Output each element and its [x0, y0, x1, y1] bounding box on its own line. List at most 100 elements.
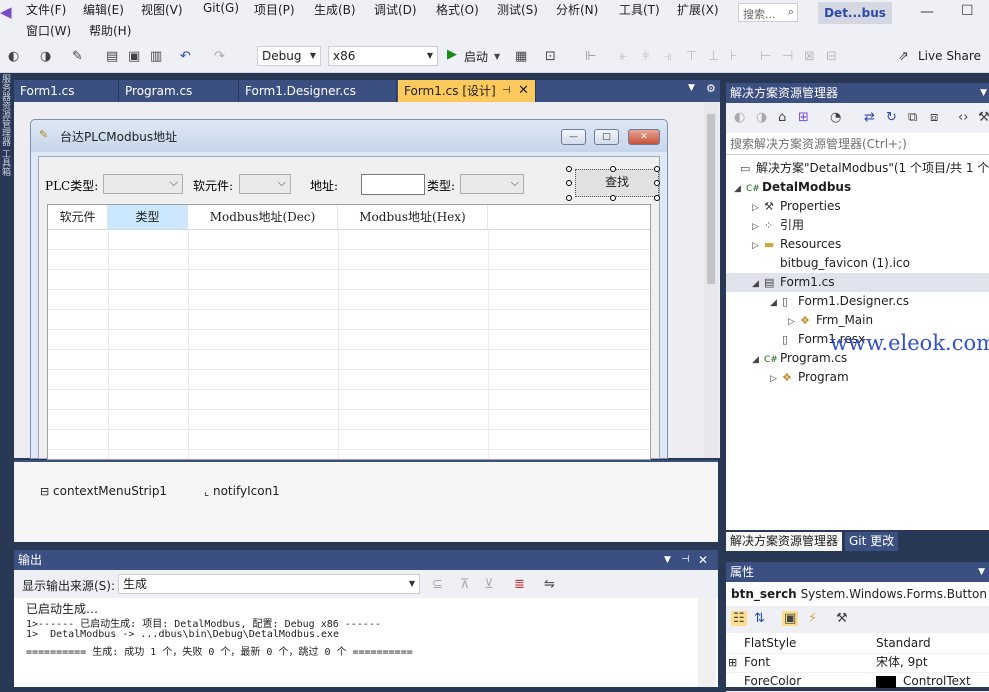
gear-icon[interactable]: ⚙ — [706, 82, 716, 95]
property-row-flatstyle[interactable]: FlatStyle Standard — [726, 634, 989, 654]
menu-extensions[interactable]: 扩展(X) — [677, 1, 719, 18]
grid-header-element[interactable]: 软元件 — [48, 205, 108, 229]
context-menu-strip-item[interactable]: ⊟ contextMenuStrip1 — [40, 484, 167, 498]
resize-handle[interactable] — [654, 195, 660, 201]
configuration-select[interactable]: Debug ▼ — [257, 46, 321, 66]
back-icon[interactable]: ◐ — [734, 110, 745, 125]
platform-select[interactable]: x86 ▼ — [328, 46, 438, 66]
form-maximize-button[interactable]: □ — [594, 129, 619, 145]
menu-file[interactable]: 文件(F) — [26, 1, 66, 18]
tree-item-project[interactable]: ◢ C# DetalModbus — [734, 178, 851, 197]
form-minimize-button[interactable]: — — [561, 129, 586, 145]
live-share-icon[interactable]: ⇗ — [898, 49, 909, 64]
properties-icon[interactable]: ▣ — [782, 611, 799, 626]
resize-handle[interactable] — [610, 166, 616, 172]
switch-views-icon[interactable]: ⊞ — [798, 110, 809, 125]
resize-handle[interactable] — [654, 180, 660, 186]
code-view-icon[interactable]: ‹› — [958, 110, 968, 125]
expand-icon[interactable]: ◢ — [752, 351, 764, 370]
forward-icon[interactable]: ◑ — [40, 49, 51, 64]
properties-object-selector[interactable]: btn_serch System.Windows.Forms.Button — [726, 582, 989, 606]
tree-item-resources[interactable]: ▷ ▬ Resources — [752, 235, 841, 254]
menu-project[interactable]: 项目(P) — [254, 1, 295, 18]
events-icon[interactable]: ⚡ — [808, 611, 817, 626]
pin-icon[interactable]: ⊣ — [681, 550, 690, 570]
menu-git[interactable]: Git(G) — [203, 1, 239, 15]
expand-icon[interactable]: ▷ — [770, 370, 782, 389]
word-wrap-icon[interactable]: ⇋ — [544, 577, 555, 592]
collapse-all-icon[interactable]: ⧉ — [908, 110, 917, 125]
property-value[interactable]: Standard — [876, 634, 931, 653]
menu-edit[interactable]: 编辑(E) — [83, 1, 124, 18]
menu-build[interactable]: 生成(B) — [314, 1, 356, 18]
tree-item-form1[interactable]: ◢ ▤ Form1.cs — [726, 273, 989, 292]
expand-icon[interactable]: ◢ — [752, 275, 764, 294]
tree-item-properties[interactable]: ▷ ⚒ Properties — [752, 197, 841, 216]
resize-handle[interactable] — [654, 166, 660, 172]
plc-type-combo[interactable]: ⌵ — [103, 174, 183, 194]
show-all-files-icon[interactable]: ⧈ — [930, 110, 938, 125]
tab-form1-cs[interactable]: Form1.cs — [14, 80, 119, 102]
menu-tools[interactable]: 工具(T) — [619, 1, 660, 18]
menu-analyze[interactable]: 分析(N) — [556, 1, 598, 18]
start-button[interactable]: 启动 — [464, 48, 488, 65]
form-close-button[interactable]: ✕ — [628, 129, 660, 145]
clear-all-icon[interactable]: ≣ — [514, 577, 525, 592]
menu-window[interactable]: 窗口(W) — [26, 22, 71, 39]
sync-icon[interactable]: ⇄ — [864, 110, 875, 125]
new-item-icon[interactable]: ✎ — [72, 49, 83, 64]
property-value[interactable]: 宋体, 9pt — [876, 653, 928, 672]
tree-item-frm-main[interactable]: ▷ ❖ Frm_Main — [788, 311, 873, 330]
tab-git-changes[interactable]: Git 更改 — [845, 532, 899, 551]
solution-name-badge[interactable]: Det...bus — [818, 2, 892, 24]
tab-solution-explorer[interactable]: 解决方案资源管理器 — [726, 532, 843, 551]
solution-explorer-search[interactable]: 搜索解决方案资源管理器(Ctrl+;) — [726, 133, 989, 155]
expand-icon[interactable]: ⊞ — [728, 653, 737, 672]
browser-link-icon[interactable]: ▦ — [515, 49, 527, 64]
address-input[interactable] — [361, 174, 425, 195]
resize-handle[interactable] — [566, 166, 572, 172]
redo-icon[interactable]: ↷ — [214, 49, 225, 64]
chevron-down-icon[interactable]: ▼ — [664, 550, 671, 570]
minimize-icon[interactable]: — — [920, 4, 934, 20]
open-folder-icon[interactable]: ▤ — [106, 49, 118, 64]
categorized-icon[interactable]: ☷ — [731, 611, 747, 626]
prev-message-icon[interactable]: ⊆ — [432, 577, 443, 592]
tab-program-cs[interactable]: Program.cs — [119, 80, 239, 102]
chevron-down-icon[interactable]: ▼ — [978, 562, 985, 582]
expand-icon[interactable]: ◢ — [770, 294, 782, 313]
home-icon[interactable]: ⌂ — [778, 110, 786, 125]
tree-item-solution[interactable]: ▭ 解决方案"DetalModbus"(1 个项目/共 1 个 — [740, 159, 989, 178]
menu-help[interactable]: 帮助(H) — [89, 22, 131, 39]
pending-changes-icon[interactable]: ◔ — [830, 110, 841, 125]
chevron-down-icon[interactable]: ▼ — [494, 52, 500, 61]
menu-debug[interactable]: 调试(D) — [374, 1, 417, 18]
wrench-icon[interactable]: ⚒ — [978, 110, 989, 125]
undo-icon[interactable]: ↶ — [180, 49, 191, 64]
element-combo[interactable]: ⌵ — [239, 174, 291, 194]
refresh-icon[interactable]: ↻ — [886, 110, 897, 125]
pin-icon[interactable]: ⊣ — [502, 80, 511, 102]
close-icon[interactable]: ✕ — [518, 80, 529, 102]
scrollbar-thumb[interactable] — [707, 114, 715, 284]
output-source-select[interactable]: 生成 ▼ — [118, 574, 420, 594]
grid-header-modbus-hex[interactable]: Modbus地址(Hex) — [338, 205, 488, 229]
forward-icon[interactable]: ◑ — [756, 110, 767, 125]
go-to-prev-icon[interactable]: ⊼ — [460, 577, 470, 592]
tab-form1-design[interactable]: Form1.cs [设计] ⊣ ✕ — [398, 80, 536, 102]
menu-format[interactable]: 格式(O) — [436, 1, 479, 18]
expand-icon[interactable]: ▷ — [752, 237, 764, 256]
tab-form1-designer-cs[interactable]: Form1.Designer.cs — [239, 80, 397, 102]
align-icon[interactable]: ⊩ — [585, 49, 596, 64]
property-row-forecolor[interactable]: ForeColor ControlText — [726, 672, 989, 692]
notify-icon-item[interactable]: ⌞ notifyIcon1 — [204, 484, 280, 498]
menu-view[interactable]: 视图(V) — [141, 1, 183, 18]
grid-header-modbus-dec[interactable]: Modbus地址(Dec) — [188, 205, 338, 229]
form-window[interactable]: ✎ 台达PLCModbus地址 — □ ✕ PLC类型: ⌵ 软元件: ⌵ 地址… — [30, 119, 668, 460]
chevron-down-icon[interactable]: ▼ — [980, 83, 987, 103]
designer-scrollbar[interactable] — [704, 102, 718, 458]
start-play-icon[interactable]: ▶ — [447, 47, 457, 62]
tree-item-references[interactable]: ▷ ⁘ 引用 — [752, 216, 804, 235]
search-button[interactable]: 查找 — [575, 169, 659, 197]
back-icon[interactable]: ◐ — [8, 49, 19, 64]
